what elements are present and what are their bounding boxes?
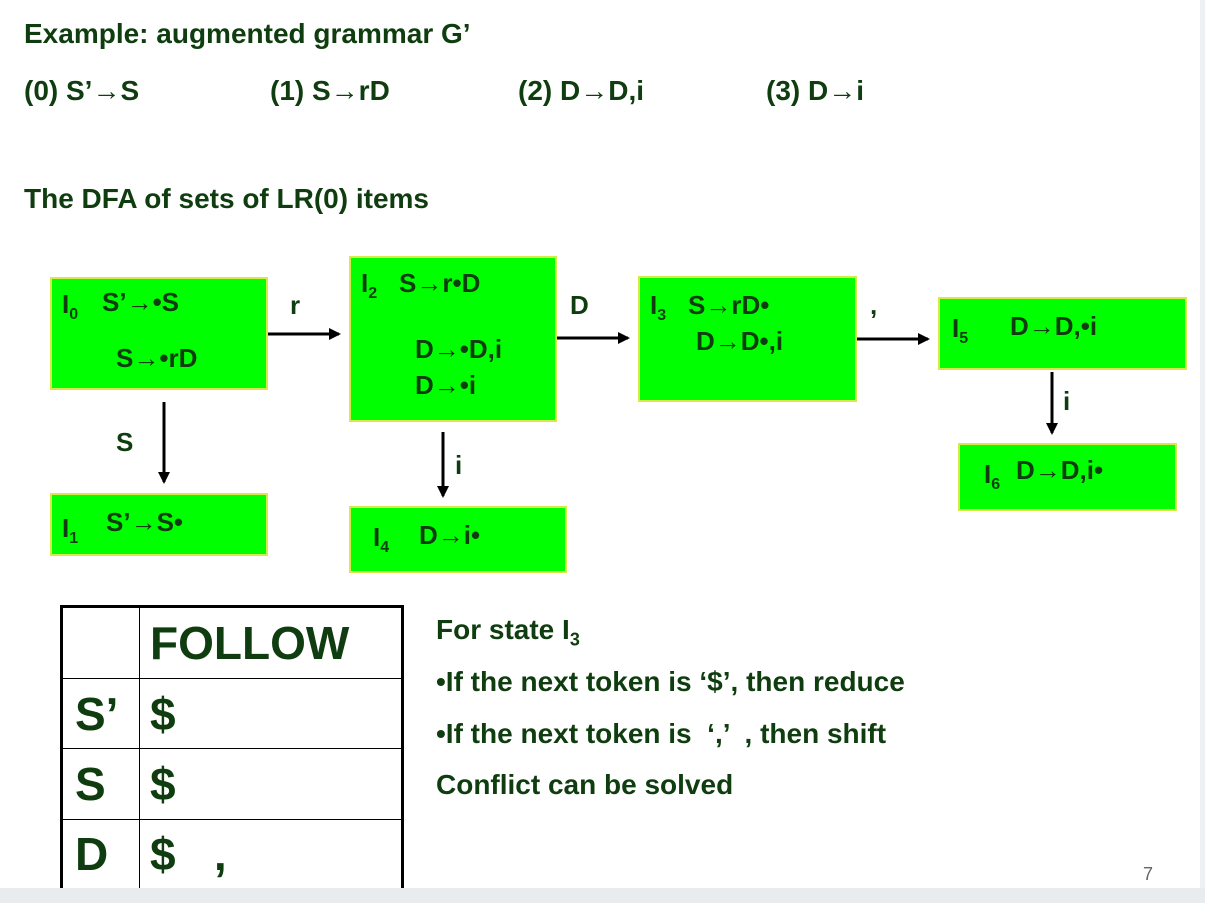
bottom-bar: [0, 888, 1205, 903]
follow-value: $: [139, 678, 403, 750]
follow-header-row: FOLLOW: [61, 605, 403, 680]
follow-row: S $: [61, 748, 403, 820]
transition-label-d: D: [570, 290, 589, 320]
follow-value: $ ,: [139, 818, 403, 891]
page-number: 7: [1142, 864, 1153, 884]
transition-label-comma: ,: [870, 290, 878, 320]
transition-label-i-2: i: [1063, 386, 1071, 416]
follow-row: D $ ,: [61, 818, 403, 891]
transition-label-i-1: i: [455, 450, 463, 480]
follow-header-empty: [61, 605, 140, 680]
follow-header: FOLLOW: [139, 605, 403, 680]
follow-symbol: S’: [61, 678, 140, 750]
explanation-line-1: •If the next token is ‘$’, then reduce: [436, 666, 905, 697]
transition-label-r: r: [290, 290, 301, 320]
explanation-line-3: Conflict can be solved: [436, 769, 734, 800]
follow-table: FOLLOW S’ $ S $ D $ ,: [60, 605, 404, 891]
follow-row: S’ $: [61, 678, 403, 750]
explanation-heading: For state I3: [436, 614, 580, 650]
follow-symbol: D: [61, 818, 140, 891]
follow-value: $: [139, 748, 403, 820]
follow-symbol: S: [61, 748, 140, 820]
explanation-line-2: •If the next token is ‘,’ , then shift: [436, 718, 887, 749]
transition-label-s: S: [116, 427, 134, 457]
